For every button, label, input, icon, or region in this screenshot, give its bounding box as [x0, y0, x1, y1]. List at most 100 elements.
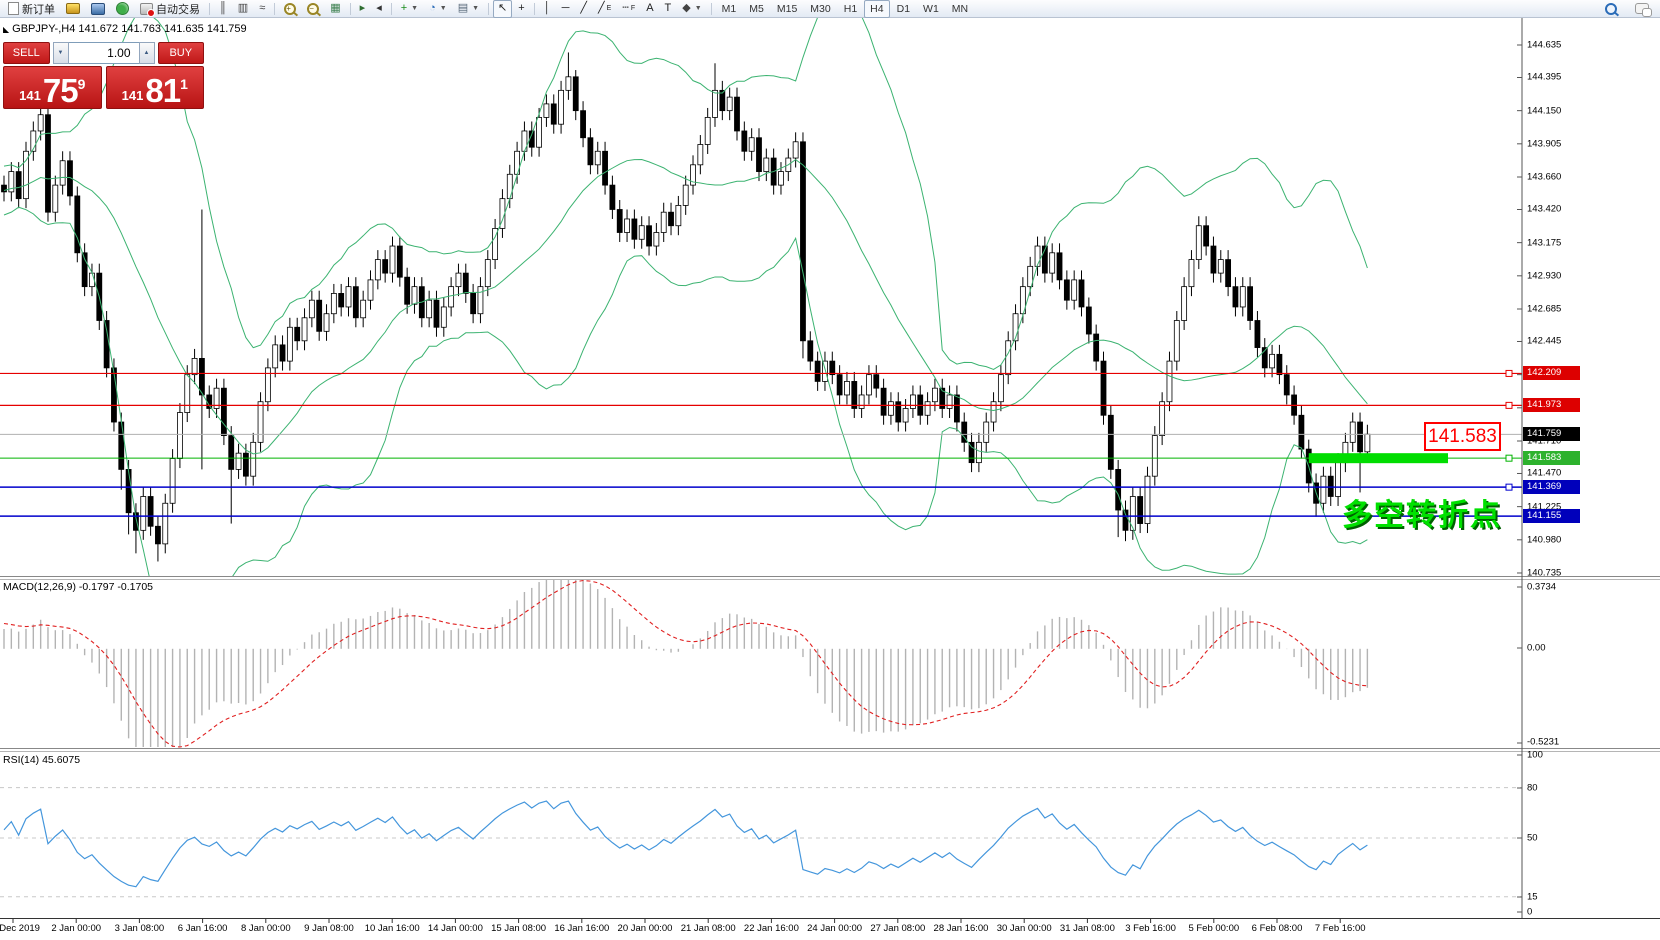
y-axis-tick-label: 143.660	[1527, 171, 1561, 182]
candle-body	[141, 496, 146, 530]
text-button[interactable]: A	[641, 0, 658, 18]
sell-price-big: 75	[43, 76, 78, 106]
chevron-down-icon[interactable]: ▼	[695, 5, 702, 12]
buy-button[interactable]: BUY	[158, 42, 205, 64]
candle-body	[1035, 246, 1040, 266]
timeframe-m30-button[interactable]: M30	[804, 0, 836, 18]
candle-body	[705, 117, 710, 144]
trendline-button[interactable]: ╱	[575, 0, 592, 18]
line-endpoint-handle	[1506, 370, 1512, 376]
charts-stack-button[interactable]	[61, 0, 85, 18]
time-axis-label: 6 Feb 08:00	[1252, 923, 1303, 934]
candle-body	[192, 358, 197, 374]
candle-body	[808, 341, 813, 361]
timeframe-h4-button[interactable]: H4	[864, 0, 889, 18]
candle-body	[1226, 260, 1231, 287]
macd-scale-zero: 0.00	[1527, 643, 1546, 654]
horizontal-line-button[interactable]: ─	[557, 0, 575, 18]
price-chart[interactable]	[0, 0, 1660, 940]
timeframe-d1-button[interactable]: D1	[891, 0, 916, 18]
candle-body	[177, 413, 182, 459]
zoom-out-button[interactable]: −	[302, 0, 324, 18]
cursor-button[interactable]: ↖	[493, 0, 512, 18]
candle-body	[1277, 354, 1282, 374]
rsi-scale-label: 80	[1527, 783, 1538, 794]
bar-chart-button[interactable]: ║	[214, 0, 232, 18]
timeframe-mn-button[interactable]: MN	[946, 0, 974, 18]
candle-body	[397, 246, 402, 277]
channel-button[interactable]: ╱E	[593, 0, 616, 18]
line-chart-button[interactable]: ≈	[254, 0, 270, 18]
candle-body	[317, 300, 322, 331]
community-chat-button[interactable]	[1630, 0, 1654, 18]
new-order-button[interactable]: 新订单	[3, 0, 60, 18]
periods-button[interactable]: ◔▼	[424, 0, 452, 18]
turning-point-annotation[interactable]: 多空转折点	[1342, 490, 1502, 534]
timeframe-w1-button[interactable]: W1	[917, 0, 945, 18]
fibonacci-button[interactable]: ┄F	[617, 0, 640, 18]
candle-body	[339, 293, 344, 307]
volume-increase-button[interactable]: ▲	[139, 42, 155, 64]
chevron-down-icon[interactable]: ▼	[472, 5, 479, 12]
candle-body	[932, 388, 937, 402]
time-axis-label: 5 Feb 00:00	[1188, 923, 1239, 934]
vertical-line-button[interactable]: │	[539, 0, 556, 18]
time-axis-label: 7 Feb 16:00	[1315, 923, 1366, 934]
candle-body	[361, 300, 366, 318]
auto-scroll-button[interactable]: ▸	[355, 0, 371, 18]
sell-price[interactable]: 141 75 9	[3, 66, 102, 109]
mt4-window: 新订单自动交易║▥≈+−▦▸◂+▼◔▼▤▼↖+│─╱╱E┄FAT◆▼M1M5M1…	[0, 0, 1660, 940]
candle-body	[236, 453, 241, 469]
candle-body	[449, 287, 454, 307]
candle-body	[874, 375, 879, 389]
time-axis-label: 2 Jan 00:00	[51, 923, 101, 934]
time-axis-label: 9 Jan 08:00	[304, 923, 354, 934]
candle-body	[852, 381, 857, 408]
crosshair-button[interactable]: +	[513, 0, 529, 18]
tile-windows-button[interactable]: ▦	[325, 0, 345, 18]
candle-body	[273, 345, 278, 368]
candle-body	[559, 90, 564, 124]
timeframe-m1-button[interactable]: M1	[716, 0, 743, 18]
candle-body	[566, 77, 571, 91]
candle-body	[727, 97, 732, 111]
symbol-search-button[interactable]	[1600, 0, 1622, 18]
buy-price[interactable]: 141 81 1	[106, 66, 205, 109]
candle-body	[1365, 434, 1370, 452]
chart-window-icon: ◣	[3, 25, 9, 34]
rsi-line	[4, 801, 1367, 887]
templates-button[interactable]: ▤▼	[453, 0, 484, 18]
time-axis-label: 22 Jan 16:00	[744, 923, 799, 934]
autotrading-button[interactable]: 自动交易	[135, 0, 205, 18]
candle-body	[896, 402, 901, 422]
text-label-button[interactable]: T	[660, 0, 677, 18]
candlestick-chart-button[interactable]: ▥	[233, 0, 253, 18]
signal-button[interactable]	[111, 0, 134, 18]
zoom-in-button[interactable]: +	[279, 0, 301, 18]
thick-trend-segment	[1309, 453, 1448, 463]
chart-shift-button[interactable]: ◂	[371, 0, 387, 18]
candle-body	[954, 395, 959, 422]
timeframe-m15-button[interactable]: M15	[771, 0, 803, 18]
candle-body	[456, 273, 461, 287]
timeframe-m5-button[interactable]: M5	[743, 0, 770, 18]
new-chart-button[interactable]: +▼	[396, 0, 423, 18]
candle-body	[324, 314, 329, 332]
candle-body	[654, 233, 659, 247]
volume-input[interactable]	[69, 42, 139, 64]
candle-body	[1079, 280, 1084, 307]
arrows-button[interactable]: ◆▼	[677, 0, 706, 18]
price-annotation-label[interactable]: 141.583	[1424, 422, 1501, 451]
timeframe-h1-button[interactable]: H1	[838, 0, 863, 18]
volume-decrease-button[interactable]: ▼	[53, 42, 69, 64]
profile-button[interactable]	[86, 0, 110, 18]
candle-body	[309, 300, 314, 318]
chevron-down-icon[interactable]: ▼	[440, 5, 447, 12]
sell-button[interactable]: SELL	[3, 42, 50, 64]
toolbar-separator	[534, 3, 535, 15]
candle-body	[1006, 341, 1011, 375]
profile-icon	[91, 3, 105, 15]
zoom-in-icon: +	[284, 3, 296, 15]
candle-body	[815, 361, 820, 381]
chevron-down-icon[interactable]: ▼	[411, 5, 418, 12]
